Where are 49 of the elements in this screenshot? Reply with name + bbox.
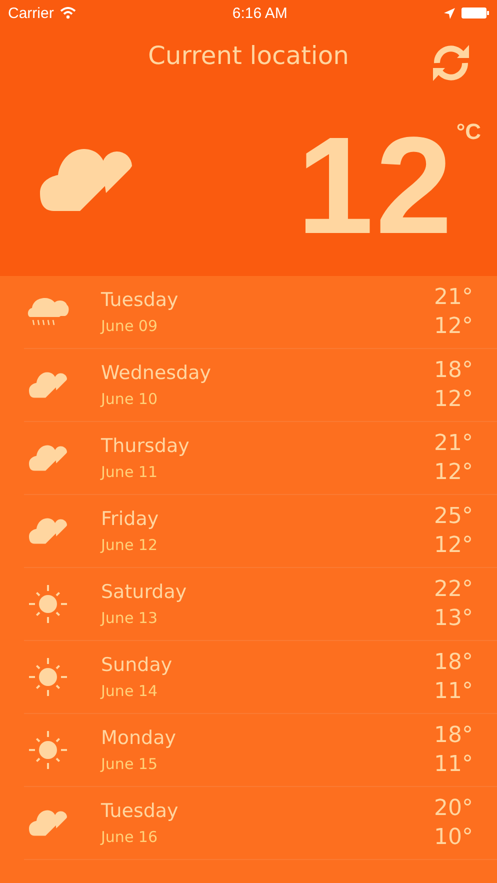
location-title: Current location xyxy=(148,40,350,70)
cloud-sun-icon xyxy=(29,372,67,398)
sun-icon xyxy=(29,731,67,769)
forecast-date: June 14 xyxy=(101,682,159,700)
high-temperature: 18° xyxy=(434,723,473,748)
high-temperature: 21° xyxy=(434,431,473,456)
forecast-date: June 12 xyxy=(101,536,159,554)
low-temperature: 10° xyxy=(434,825,473,850)
temperature-unit: °C xyxy=(456,119,481,145)
status-time: 6:16 AM xyxy=(232,4,288,22)
cloud-sun-icon xyxy=(40,149,132,211)
current-temperature: 12 xyxy=(296,117,454,255)
weekday: Saturday xyxy=(101,581,188,603)
forecast-date: June 16 xyxy=(101,828,159,846)
forecast-date: June 13 xyxy=(101,609,159,627)
weekday: Tuesday xyxy=(101,289,180,311)
high-temperature: 25° xyxy=(434,504,473,529)
weekday: Tuesday xyxy=(101,800,180,822)
sun-icon xyxy=(29,658,67,696)
low-temperature: 11° xyxy=(434,679,473,704)
low-temperature: 12° xyxy=(434,387,473,412)
cloud-sun-icon xyxy=(29,810,67,836)
forecast-date: June 10 xyxy=(101,390,159,408)
wifi-icon xyxy=(60,7,76,19)
sun-icon xyxy=(29,585,67,623)
cloud-sun-icon xyxy=(29,518,67,544)
cloud-sun-icon xyxy=(29,445,67,471)
forecast-date: June 11 xyxy=(101,463,159,481)
high-temperature: 20° xyxy=(434,796,473,821)
weekday: Monday xyxy=(101,727,178,749)
weekday: Thursday xyxy=(101,435,190,457)
low-temperature: 13° xyxy=(434,606,473,631)
location-arrow-icon xyxy=(444,8,455,18)
low-temperature: 12° xyxy=(434,314,473,339)
high-temperature: 21° xyxy=(434,285,473,310)
high-temperature: 18° xyxy=(434,650,473,675)
low-temperature: 12° xyxy=(434,533,473,558)
high-temperature: 18° xyxy=(434,358,473,383)
carrier-name: Carrier xyxy=(8,4,54,22)
forecast-date: June 15 xyxy=(101,755,159,773)
rain-cloud-icon xyxy=(27,297,69,327)
weekday: Sunday xyxy=(101,654,174,676)
low-temperature: 11° xyxy=(434,752,473,777)
battery-icon xyxy=(460,7,489,19)
weekday: Friday xyxy=(101,508,160,530)
high-temperature: 22° xyxy=(434,577,473,602)
weekday: Wednesday xyxy=(101,362,212,384)
forecast-date: June 09 xyxy=(101,317,159,335)
low-temperature: 12° xyxy=(434,460,473,485)
